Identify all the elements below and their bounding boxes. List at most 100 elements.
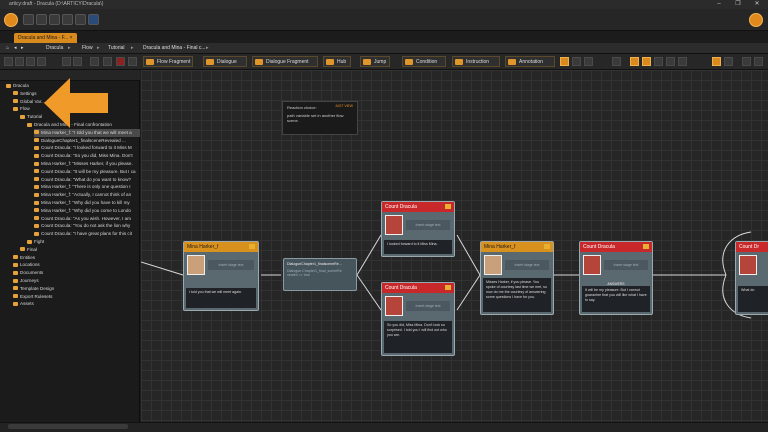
view-option-icon[interactable]: [654, 57, 663, 66]
layout-option-icon[interactable]: [754, 57, 763, 66]
tree-tool-icon[interactable]: [62, 57, 71, 66]
tree-tool-icon[interactable]: [15, 57, 24, 66]
filter-icon[interactable]: [103, 57, 112, 66]
tree-item[interactable]: Mina Harker_f: "Actually, I cannot think…: [34, 191, 140, 199]
stage-text-placeholder: Insert stage text: [604, 260, 648, 270]
tree-item[interactable]: Template Design: [13, 285, 140, 293]
folder-icon: [34, 138, 39, 143]
hub-icon: [326, 59, 334, 65]
tree-tool-icon[interactable]: [4, 57, 13, 66]
view-option-icon[interactable]: [678, 57, 687, 66]
search-icon[interactable]: [90, 57, 99, 66]
dialogue-node-mina-1[interactable]: Mina Harker_f Insert stage text I told y…: [183, 241, 259, 311]
dialogue-node-mina-2[interactable]: Mina Harker_f Insert stage text Misses H…: [480, 241, 554, 315]
undo-icon[interactable]: [49, 14, 60, 25]
view-option-icon[interactable]: [666, 57, 675, 66]
tree-item[interactable]: Entities: [13, 254, 140, 262]
view-option-icon[interactable]: [630, 57, 639, 66]
save-icon[interactable]: [36, 14, 47, 25]
view-option-icon[interactable]: [560, 57, 569, 66]
node-text: I told you that we will meet again.: [186, 288, 256, 308]
tree-item[interactable]: Mina Harker_f: "Why did you have to kill…: [34, 199, 140, 207]
annotation-button[interactable]: Annotation: [505, 56, 555, 67]
tree-item[interactable]: Count Dracula: "It will be my pleasure. …: [34, 168, 140, 176]
zoom-icon[interactable]: [612, 57, 621, 66]
tree-item[interactable]: Count Dracula: "So you did, Miss Mina. D…: [34, 152, 140, 160]
tree-item[interactable]: Count Dracula: "I have great plans for t…: [34, 230, 140, 238]
tree-item[interactable]: Final: [20, 246, 140, 254]
tree-tool-icon[interactable]: [128, 57, 137, 66]
folder-icon: [27, 239, 32, 244]
tree-item[interactable]: DialogueChapter1_finalsceneRevealed ...: [34, 137, 140, 145]
tree-item[interactable]: Count Dracula: "You do not ask the lion …: [34, 222, 140, 230]
tree-item[interactable]: Assets: [13, 300, 140, 308]
tree-item[interactable]: Mina Harker_f: "I told you that we will …: [34, 128, 140, 137]
tree-item[interactable]: Locations: [13, 261, 140, 269]
home-icon[interactable]: ⌂: [6, 43, 9, 54]
view-option-icon[interactable]: [572, 57, 581, 66]
tree-item-label: Count Dracula: "I looked forward to it M…: [41, 145, 132, 151]
app-logo-icon[interactable]: [4, 13, 18, 27]
layout-option-icon[interactable]: [742, 57, 751, 66]
node-toolbar: Flow Fragment Dialogue Dialogue Fragment…: [0, 54, 768, 70]
jump-button[interactable]: Jump: [360, 56, 390, 67]
dialogue-node-dracula-right[interactable]: Count Dracula Insert stage text ANSWERS …: [579, 241, 653, 315]
tree-item[interactable]: Documents: [13, 269, 140, 277]
flow-canvas[interactable]: JUST VIEW Reaction choice: path variable…: [141, 70, 768, 422]
dialogue-node-dracula-edge[interactable]: Count Dr What do: [735, 241, 768, 315]
stop-icon[interactable]: [116, 57, 125, 66]
breadcrumb-dracula[interactable]: Dracula: [46, 43, 63, 54]
tree-tool-icon[interactable]: [26, 57, 35, 66]
redo-icon[interactable]: [62, 14, 73, 25]
tree-item-label: Journeys: [20, 278, 39, 283]
condition-node[interactable]: DialogueChapter1_finalsceneRe... Dialogu…: [283, 258, 357, 291]
dialogue-icon: [206, 59, 214, 65]
dialogue-button[interactable]: Dialogue: [203, 56, 247, 67]
minimize-button[interactable]: –: [712, 0, 726, 9]
flag-icon: [445, 204, 451, 209]
breadcrumb-tutorial[interactable]: Tutorial: [108, 43, 125, 54]
dialogue-node-dracula-bottom[interactable]: Count Dracula Insert stage text So you d…: [381, 282, 455, 356]
back-icon[interactable]: ◂: [14, 43, 17, 54]
flow-fragment-button[interactable]: Flow Fragment: [143, 56, 193, 67]
tree-item[interactable]: Mina Harker_f: "Misses Harker, if you pl…: [34, 160, 140, 168]
view-option-icon[interactable]: [642, 57, 651, 66]
tree-item[interactable]: Journeys: [13, 277, 140, 285]
breadcrumb-current[interactable]: Dracula and Mina - Final c...: [143, 43, 206, 54]
maximize-button[interactable]: ❐: [731, 0, 745, 9]
close-button[interactable]: ✕: [750, 0, 764, 9]
tree-item[interactable]: Mina Harker_f: "There is only one questi…: [34, 183, 140, 191]
help-icon[interactable]: [88, 14, 99, 25]
horizontal-scrollbar[interactable]: [8, 424, 128, 429]
tree-item[interactable]: Count Dracula: "I looked forward to it M…: [34, 144, 140, 152]
tree-tool-icon[interactable]: [73, 57, 82, 66]
forward-icon[interactable]: ▸: [21, 43, 24, 54]
user-avatar-icon[interactable]: [749, 13, 763, 27]
new-icon[interactable]: [23, 14, 34, 25]
layout-icon[interactable]: [75, 14, 86, 25]
tree-tool-icon[interactable]: [37, 57, 46, 66]
tab-dracula-and-mina[interactable]: Dracula and Mina - F... ×: [14, 33, 77, 43]
folder-icon: [6, 83, 11, 88]
tree-item[interactable]: Count Dracula: "As you wish. However, I …: [34, 215, 140, 223]
breadcrumb-flow[interactable]: Flow: [82, 43, 93, 54]
condition-button[interactable]: Condition: [402, 56, 446, 67]
tree-item-label: Global Var...: [20, 98, 45, 104]
avatar: [385, 215, 403, 235]
instruction-button[interactable]: Instruction: [452, 56, 500, 67]
layout-option-icon[interactable]: [712, 57, 721, 66]
note-tag: JUST VIEW: [334, 104, 353, 108]
hub-button[interactable]: Hub: [323, 56, 351, 67]
document-tabs: Dracula and Mina - F... ×: [0, 31, 768, 43]
dialogue-fragment-button[interactable]: Dialogue Fragment: [252, 56, 318, 67]
tree-item[interactable]: Mina Harker_f: "Why did you come to Lond…: [34, 207, 140, 215]
dialogue-node-dracula-top[interactable]: Count Dracula Insert stage text I looked…: [381, 201, 455, 257]
flag-icon: [445, 285, 451, 290]
folder-icon: [20, 247, 25, 252]
tree-item[interactable]: Export Rulesets: [13, 293, 140, 301]
tree-item[interactable]: Fight: [27, 238, 140, 246]
layout-option-icon[interactable]: [724, 57, 733, 66]
tree-item[interactable]: Count Dracula: "What do you want to know…: [34, 176, 140, 184]
annotation-note[interactable]: JUST VIEW Reaction choice: path variable…: [282, 101, 358, 135]
font-icon[interactable]: [584, 57, 593, 66]
